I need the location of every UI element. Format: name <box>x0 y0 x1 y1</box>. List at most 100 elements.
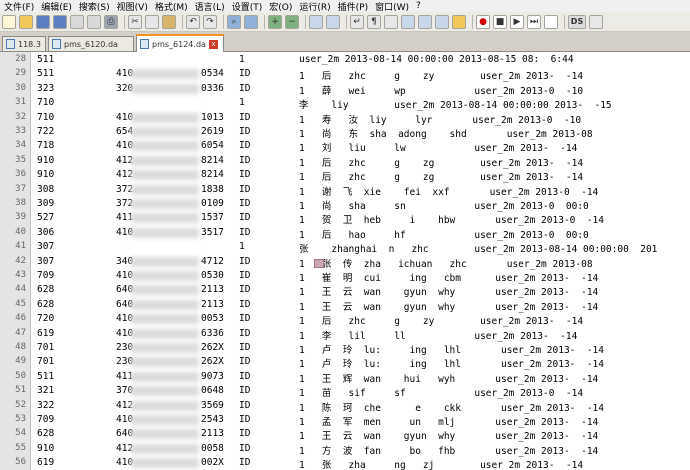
field-c3: 2619 <box>201 126 224 137</box>
close-all-icon[interactable] <box>87 14 101 29</box>
tab-bar: 118.3 pms_6120.da pms_6124.da x <box>0 32 690 52</box>
menu-item-3[interactable]: 视图(V) <box>113 0 151 13</box>
field-rest: 1 后 zhc g zy user_2m 2013- -14 <box>299 71 584 83</box>
copy-icon[interactable] <box>145 14 159 29</box>
menu-item-7[interactable]: 宏(O) <box>265 0 295 13</box>
field-c4: ID <box>239 198 251 209</box>
field-c3: 0530 <box>201 270 224 281</box>
tab-label: pms_6120.da <box>64 39 118 49</box>
field-c4: ID <box>239 414 251 425</box>
open-icon[interactable] <box>19 14 33 29</box>
menu-item-2[interactable]: 搜索(S) <box>75 0 113 13</box>
toolbar-separator <box>223 14 224 29</box>
line-number: 44 <box>15 284 26 295</box>
tab-pms-6120[interactable]: pms_6120.da <box>48 36 134 51</box>
field-rest: 1 王 云 wan gyun why user_2m 2013- -14 <box>299 301 599 313</box>
record-macro-icon[interactable]: ● <box>476 14 490 29</box>
field-c1: 628 <box>37 284 55 296</box>
field-c3: 8214 <box>201 154 224 166</box>
print-icon[interactable]: ⎙ <box>104 14 118 29</box>
show-all-icon[interactable]: ¶ <box>367 14 381 29</box>
run-macro-multi-icon[interactable]: ⏭ <box>527 14 541 29</box>
misc-icon[interactable] <box>589 14 603 29</box>
field-c1: 718 <box>37 140 55 152</box>
fold-marker-icon[interactable] <box>314 258 324 268</box>
field-c3: 3517 <box>201 226 224 238</box>
ds-icon[interactable]: DS <box>568 14 586 29</box>
redacted-region <box>131 170 199 181</box>
sync-v-icon[interactable] <box>309 14 323 29</box>
tab-118[interactable]: 118.3 <box>2 36 46 51</box>
field-rest: 1 后 zhc g zg user_2m 2013- -14 <box>299 172 584 184</box>
field-c4: ID <box>239 442 251 454</box>
field-c4: ID <box>239 255 251 267</box>
menu-item-11[interactable]: ? <box>412 1 424 11</box>
field-c4: ID <box>239 313 251 325</box>
folder-workspace-icon[interactable] <box>452 14 466 29</box>
cut-icon[interactable]: ✂ <box>128 14 142 29</box>
field-c4: 1 <box>239 97 245 109</box>
doc-map-icon[interactable] <box>418 14 432 29</box>
field-c4: ID <box>239 457 251 469</box>
close-tab-icon[interactable]: x <box>208 39 218 49</box>
menu-item-9[interactable]: 插件(P) <box>334 0 371 13</box>
indent-guide-icon[interactable] <box>384 14 398 29</box>
replace-icon[interactable] <box>244 14 258 29</box>
menu-item-8[interactable]: 运行(R) <box>295 0 333 13</box>
field-rest: 1 陈 珂 che e ckk user_2m 2013- -14 <box>299 402 604 414</box>
redacted-region <box>131 199 199 209</box>
redo-icon[interactable]: ↷ <box>203 14 217 29</box>
line-number: 43 <box>15 270 26 280</box>
menu-item-5[interactable]: 语言(L) <box>191 0 228 13</box>
field-rest: 1 后 zhc g zg user_2m 2013- -14 <box>299 157 584 169</box>
func-list-icon[interactable] <box>435 14 449 29</box>
text-editor[interactable]: 511 1 user_2m 2013-08-14 00:00:00 2013-08-… <box>31 52 690 470</box>
field-c1: 308 <box>37 183 55 195</box>
line-number: 30 <box>15 82 26 93</box>
new-icon[interactable] <box>2 14 16 29</box>
field-c3: 2113 <box>201 428 224 440</box>
save-all-icon[interactable] <box>53 14 67 29</box>
field-c3: 1013 <box>201 111 224 123</box>
sync-h-icon[interactable] <box>326 14 340 29</box>
redacted-region <box>131 127 199 137</box>
menu-item-10[interactable]: 窗口(W) <box>371 0 412 13</box>
field-c1: 306 <box>37 226 55 238</box>
zoom-in-icon[interactable]: + <box>268 14 282 29</box>
field-c3: 3569 <box>201 399 224 411</box>
redacted-region <box>131 357 199 368</box>
close-icon[interactable] <box>70 14 84 29</box>
line-number: 41 <box>15 241 26 252</box>
line-number: 36 <box>15 169 26 180</box>
field-c1: 720 <box>37 313 55 325</box>
save-macro-icon[interactable] <box>544 14 558 29</box>
line-number: 29 <box>15 68 26 79</box>
find-icon[interactable]: ⌕ <box>227 14 241 29</box>
field-c3: 0058 <box>201 442 224 454</box>
toolbar-separator <box>305 14 306 29</box>
menu-item-1[interactable]: 编辑(E) <box>37 0 75 13</box>
tab-pms-6124[interactable]: pms_6124.da x <box>136 34 224 52</box>
field-c4: ID <box>239 183 251 195</box>
line-number: 45 <box>15 298 26 309</box>
field-c3: 0109 <box>201 198 224 209</box>
menu-item-4[interactable]: 格式(M) <box>151 0 191 13</box>
save-icon[interactable] <box>36 14 50 29</box>
paste-icon[interactable] <box>162 14 176 29</box>
redacted-region <box>131 285 199 296</box>
undo-icon[interactable]: ↶ <box>186 14 200 29</box>
zoom-out-icon[interactable]: − <box>285 14 299 29</box>
menu-item-6[interactable]: 设置(T) <box>228 0 266 13</box>
stop-macro-icon[interactable]: ■ <box>493 14 507 29</box>
wrap-icon[interactable]: ↵ <box>350 14 364 29</box>
play-macro-icon[interactable]: ▶ <box>510 14 524 29</box>
line-number: 56 <box>15 457 26 468</box>
udl-icon[interactable] <box>401 14 415 29</box>
field-c1: 511 <box>37 68 55 80</box>
field-c1: 511 <box>37 54 55 65</box>
field-c4: ID <box>239 370 251 382</box>
menu-item-0[interactable]: 文件(F) <box>0 0 37 13</box>
redacted-region <box>131 371 199 382</box>
field-rest: 1 后 hao hf user_2m 2013-0 00:0 <box>299 229 589 241</box>
field-c1: 722 <box>37 126 55 137</box>
